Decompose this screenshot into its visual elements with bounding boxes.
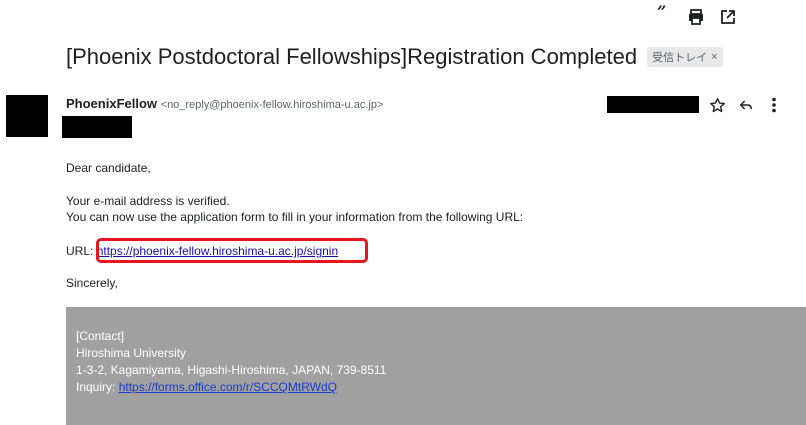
- subject-row: [Phoenix Postdoctoral Fellowships]Regist…: [66, 40, 806, 74]
- contact-footer: [Contact] Hiroshima University 1-3-2, Ka…: [66, 307, 806, 425]
- footer-address: 1-3-2, Kagamiyama, Higashi-Hiroshima, JA…: [76, 363, 387, 377]
- inbox-label-text: 受信トレイ: [652, 52, 708, 64]
- reply-icon[interactable]: [737, 96, 755, 114]
- footer-inquiry-label: Inquiry:: [76, 380, 116, 394]
- print-icon[interactable]: [686, 7, 706, 27]
- footer-contact-heading: [Contact]: [76, 329, 125, 343]
- sender-avatar: [6, 95, 48, 137]
- body-line-verified: Your e-mail address is verified.: [66, 194, 230, 208]
- inquiry-link[interactable]: https://forms.office.com/r/SCCQMtRWdQ: [119, 380, 337, 394]
- more-vertical-icon[interactable]: [765, 96, 783, 114]
- signoff: Sincerely,: [66, 276, 118, 290]
- sender-name[interactable]: PhoenixFellow: [66, 96, 157, 111]
- body-line-instructions: You can now use the application form to …: [66, 210, 524, 224]
- link-highlight-box: [96, 238, 368, 263]
- star-icon[interactable]: [708, 96, 726, 114]
- decorative-quote-mark: ”: [657, 2, 667, 21]
- inbox-label-chip[interactable]: 受信トレイ ×: [647, 47, 723, 67]
- sender-row: PhoenixFellow <no_reply@phoenix-fellow.h…: [66, 96, 383, 111]
- redacted-date: [607, 96, 699, 113]
- greeting: Dear candidate,: [66, 161, 151, 175]
- email-subject: [Phoenix Postdoctoral Fellowships]Regist…: [66, 44, 638, 69]
- url-label: URL:: [66, 244, 94, 258]
- redacted-recipient: [62, 116, 132, 138]
- footer-inquiry: Inquiry: https://forms.office.com/r/SCCQ…: [76, 379, 337, 395]
- remove-label-icon[interactable]: ×: [711, 51, 717, 63]
- open-in-new-icon[interactable]: [718, 7, 738, 27]
- footer-organization: Hiroshima University: [76, 346, 187, 360]
- sender-email: <no_reply@phoenix-fellow.hiroshima-u.ac.…: [160, 99, 384, 111]
